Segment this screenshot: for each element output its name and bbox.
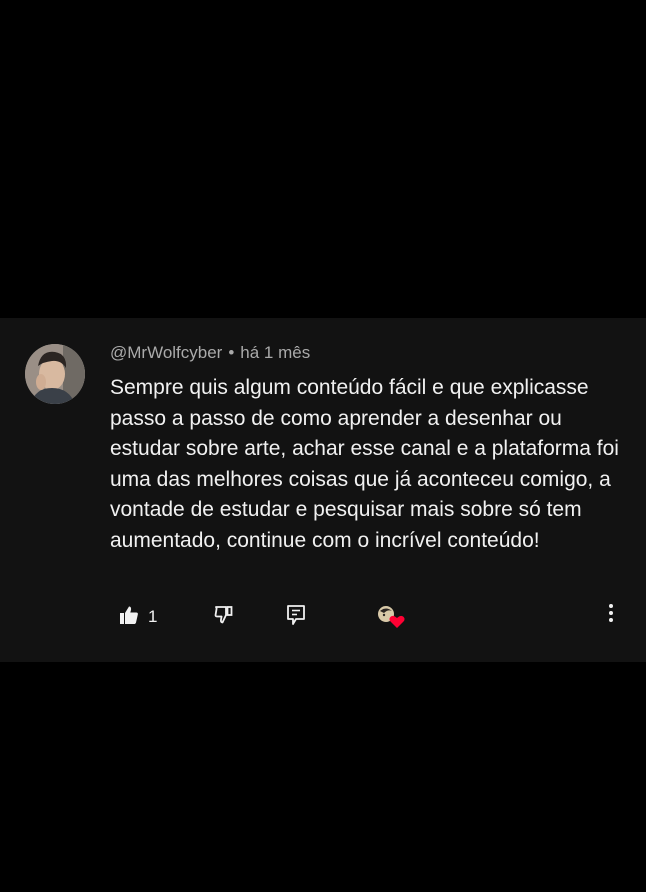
more-vertical-icon: [608, 603, 614, 628]
reply-comment-icon: [286, 604, 306, 631]
creator-heart-button[interactable]: [376, 604, 408, 635]
comment-text: Sempre quis algum conteúdo fácil e que e…: [110, 376, 619, 552]
meta-separator: •: [228, 343, 235, 362]
comment-actions: 1: [0, 598, 646, 638]
more-options-button[interactable]: [602, 602, 620, 628]
thumbs-down-icon: [213, 604, 235, 631]
comment-meta: @MrWolfcyber • há 1 mês: [110, 343, 310, 363]
avatar[interactable]: [25, 344, 85, 404]
thumbs-up-icon: [119, 605, 139, 630]
comment-time[interactable]: há 1 mês: [240, 343, 310, 362]
dislike-button[interactable]: [213, 604, 235, 630]
reply-button[interactable]: [286, 604, 306, 630]
page: @MrWolfcyber • há 1 mês Sempre quis algum …: [0, 0, 646, 892]
creator-heart-icon: [376, 604, 408, 635]
like-button[interactable]: 1: [119, 604, 157, 630]
author-name[interactable]: @MrWolfcyber: [110, 343, 222, 362]
comment-card: @MrWolfcyber • há 1 mês Sempre quis algum …: [0, 318, 646, 662]
like-count: 1: [148, 607, 158, 626]
avatar-image: [25, 344, 85, 404]
